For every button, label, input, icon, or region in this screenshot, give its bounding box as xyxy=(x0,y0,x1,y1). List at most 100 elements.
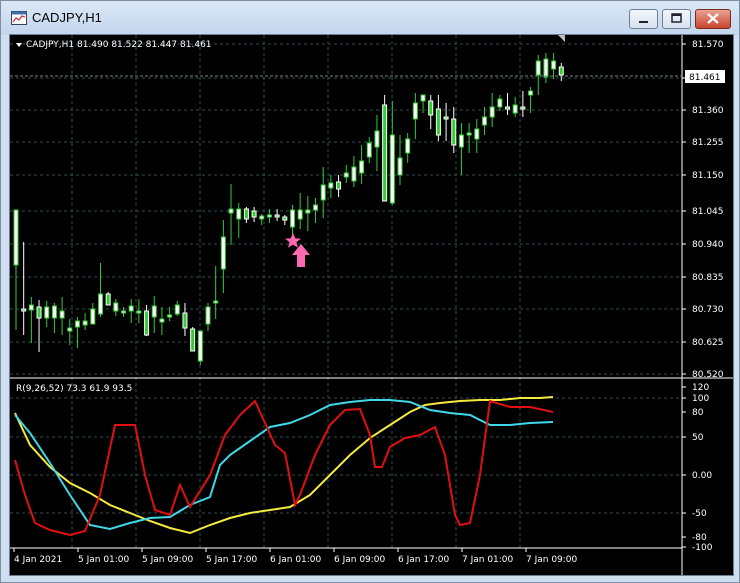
candle-body xyxy=(113,302,119,312)
candle-body xyxy=(458,134,464,148)
candle-body xyxy=(136,310,142,314)
collapse-arrow-icon[interactable] xyxy=(16,43,22,47)
indicator-scale-label: 50 xyxy=(692,433,704,443)
candle-body xyxy=(82,320,88,326)
indicator-scale-label: 80 xyxy=(692,408,704,418)
price-scale-label: 80.520 xyxy=(692,370,724,380)
candle-body xyxy=(389,134,395,204)
candle-body xyxy=(543,58,549,78)
indicator-scale-label: -80 xyxy=(692,533,707,543)
indicator-header: R(9,26,52) 73.3 61.9 93.5 xyxy=(16,384,132,394)
candle-body xyxy=(144,310,150,336)
candle-body xyxy=(428,100,434,116)
candle-body xyxy=(21,308,27,312)
candle-body xyxy=(159,318,165,323)
candle-body xyxy=(443,116,449,120)
candle-body xyxy=(558,66,564,76)
candle-body xyxy=(282,216,288,221)
time-scale-label: 7 Jan 09:00 xyxy=(526,555,578,565)
price-chart[interactable]: 81.57081.46581.36081.25581.15081.04580.9… xyxy=(10,35,733,575)
candle-body xyxy=(512,104,518,114)
candle-body xyxy=(466,132,472,136)
time-scale-label: 5 Jan 01:00 xyxy=(78,555,130,565)
restore-icon xyxy=(671,13,682,23)
title-bar[interactable]: CADJPY,H1 xyxy=(1,1,739,35)
indicator-scale-label: -100 xyxy=(692,543,713,553)
candle-body xyxy=(74,320,80,328)
price-scale: 81.57081.46581.36081.25581.15081.04580.9… xyxy=(682,40,724,380)
candle-body xyxy=(205,306,211,325)
rsi-lines xyxy=(14,396,554,537)
candle-body xyxy=(435,108,441,136)
candle-body xyxy=(313,204,319,211)
indicator-scale: 120100 80 50 0.00 -50 -80-100 xyxy=(682,383,713,553)
candle-body xyxy=(251,210,257,218)
candle-body xyxy=(451,118,457,146)
price-header: CADJPY,H1 81.490 81.522 81.447 81.461 xyxy=(26,40,212,50)
candle-body xyxy=(520,106,526,110)
maximize-button[interactable] xyxy=(662,9,691,29)
candle-body xyxy=(220,236,226,270)
candle-body xyxy=(28,304,34,311)
candle-body xyxy=(343,172,349,178)
chart-shift-marker[interactable] xyxy=(558,35,565,42)
candle-body xyxy=(528,90,534,96)
candle-body xyxy=(90,308,96,325)
candle-body xyxy=(182,312,188,329)
grid-lines xyxy=(10,35,682,548)
time-scale-label: 5 Jan 09:00 xyxy=(142,555,194,565)
candle-body xyxy=(351,166,357,182)
candle-body xyxy=(151,305,157,318)
price-scale-label: 80.940 xyxy=(692,240,724,250)
candle-body xyxy=(13,209,19,266)
candle-body xyxy=(336,181,342,190)
chart-window-icon xyxy=(11,11,27,25)
candle-body xyxy=(190,328,196,352)
price-scale-label: 81.570 xyxy=(692,40,724,50)
candle-body xyxy=(105,293,111,306)
candle-body xyxy=(266,214,272,218)
candle-body xyxy=(551,60,557,70)
time-scale-label: 5 Jan 17:00 xyxy=(206,555,258,565)
candle-body xyxy=(167,314,173,318)
candle-body xyxy=(51,305,57,319)
candle-body xyxy=(359,160,365,174)
close-icon xyxy=(707,13,719,24)
candle-body xyxy=(305,209,311,214)
candle-body xyxy=(420,94,426,102)
candle-body xyxy=(67,327,73,332)
candle-body xyxy=(405,138,411,154)
current-price-label: 81.461 xyxy=(689,73,721,83)
indicator-scale-label: 120 xyxy=(692,383,709,393)
candle-body xyxy=(274,214,280,218)
candle-body xyxy=(197,330,203,362)
candle-body xyxy=(481,116,487,126)
candle-body xyxy=(59,310,65,319)
chart-area[interactable]: 81.57081.46581.36081.25581.15081.04580.9… xyxy=(9,34,734,576)
indicator-scale-label: -50 xyxy=(692,509,707,519)
price-scale-label: 81.150 xyxy=(692,171,724,181)
minimize-button[interactable] xyxy=(629,9,658,29)
time-scale-label: 6 Jan 01:00 xyxy=(270,555,322,565)
candle-body xyxy=(366,142,372,158)
close-button[interactable] xyxy=(695,9,731,29)
candle-body xyxy=(489,106,495,118)
candle-body xyxy=(382,104,388,202)
star-icon xyxy=(285,233,301,248)
window-title: CADJPY,H1 xyxy=(32,10,102,25)
arrow-up-icon xyxy=(292,244,310,267)
candle-body xyxy=(243,208,249,220)
candle-body xyxy=(213,300,219,304)
candle-body xyxy=(397,157,403,176)
candle-body xyxy=(36,306,42,319)
candle-body xyxy=(497,98,503,108)
candle-body xyxy=(474,128,480,140)
candlesticks xyxy=(13,53,564,365)
candle-body xyxy=(128,305,134,312)
candle-body xyxy=(297,209,303,220)
candle-body xyxy=(174,304,180,315)
time-scale-label: 6 Jan 17:00 xyxy=(398,555,450,565)
price-scale-label: 81.045 xyxy=(692,207,724,217)
candle-body xyxy=(228,208,234,214)
indicator-scale-label: 0.00 xyxy=(692,471,712,481)
